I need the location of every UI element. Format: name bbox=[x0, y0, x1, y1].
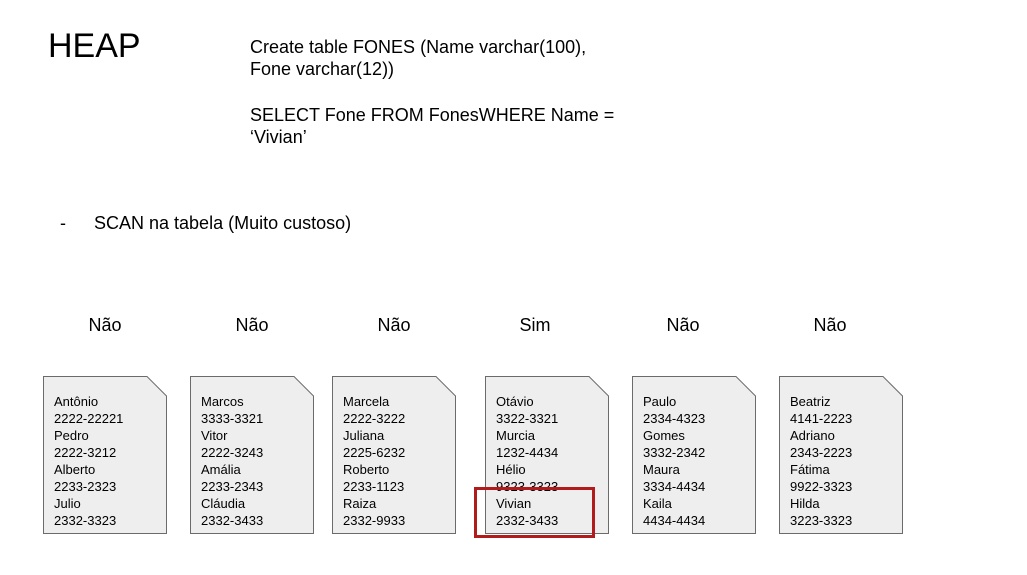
record-name: Murcia bbox=[496, 428, 536, 443]
record-phone: 2334-4323 bbox=[643, 411, 706, 426]
page-4-match-label: Sim bbox=[519, 315, 551, 335]
record-name: Julio bbox=[54, 496, 81, 511]
record-name: Hilda bbox=[790, 496, 820, 511]
record-name: Cláudia bbox=[201, 496, 246, 511]
record-phone: 2222-22221 bbox=[54, 411, 124, 426]
record-phone: 3333-3321 bbox=[201, 411, 264, 426]
record-phone: 1232-4434 bbox=[496, 445, 559, 460]
bullet-item: - SCAN na tabela (Muito custoso) bbox=[60, 212, 351, 234]
record-name: Maura bbox=[643, 462, 680, 477]
record-name: Vitor bbox=[201, 428, 228, 443]
page-2-match-label: Não bbox=[235, 315, 269, 335]
record-phone: 2233-2323 bbox=[54, 479, 117, 494]
record-name: Gomes bbox=[643, 428, 685, 443]
record-phone: 2233-1123 bbox=[343, 479, 405, 494]
record-name: Marcos bbox=[201, 394, 244, 409]
bullet-marker: - bbox=[60, 213, 66, 233]
record-name: Otávio bbox=[496, 394, 534, 409]
record-phone: 2222-3243 bbox=[201, 445, 264, 460]
record-name: Fátima bbox=[790, 462, 830, 477]
record-phone: 3322-3321 bbox=[496, 411, 559, 426]
record-name: Kaila bbox=[643, 496, 672, 511]
record-name: Marcela bbox=[343, 394, 390, 409]
record-name: Adriano bbox=[790, 428, 835, 443]
record-phone: 2343-2223 bbox=[790, 445, 853, 460]
page-3-match-label: Não bbox=[377, 315, 411, 335]
record-phone: 3332-2342 bbox=[643, 445, 706, 460]
record-phone: 2332-3433 bbox=[201, 513, 264, 528]
record-phone: 3334-4434 bbox=[643, 479, 706, 494]
record-name: Hélio bbox=[496, 462, 526, 477]
create-table-line-1: Create table FONES (Name varchar(100), bbox=[250, 37, 587, 57]
record-phone: 9922-3323 bbox=[790, 479, 853, 494]
record-name: Antônio bbox=[54, 394, 99, 409]
record-name: Amália bbox=[201, 462, 241, 477]
record-phone: 2225-6232 bbox=[343, 445, 406, 460]
record-phone: 4434-4434 bbox=[643, 513, 706, 528]
sql-code-block: Create table FONES (Name varchar(100), F… bbox=[250, 36, 680, 148]
heap-page-2: Marcos 3333-3321 Vitor 2222-3243 Amália … bbox=[190, 376, 314, 534]
heap-page-5: Paulo 2334-4323 Gomes 3332-2342 Maura 33… bbox=[632, 376, 756, 534]
create-table-line-2: Fone varchar(12)) bbox=[250, 59, 395, 79]
record-name: Pedro bbox=[54, 428, 89, 443]
select-query-line-1: SELECT Fone FROM FonesWHERE Name = bbox=[250, 105, 615, 125]
record-name: Roberto bbox=[343, 462, 390, 477]
page-6-match-label: Não bbox=[813, 315, 847, 335]
bullet-text: SCAN na tabela (Muito custoso) bbox=[94, 213, 352, 233]
record-name: Raiza bbox=[343, 496, 377, 511]
match-highlight-box bbox=[474, 487, 595, 538]
page-5-match-label: Não bbox=[666, 315, 700, 335]
record-name: Paulo bbox=[643, 394, 677, 409]
heap-page-3: Marcela 2222-3222 Juliana 2225-6232 Robe… bbox=[332, 376, 456, 534]
record-phone: 2233-2343 bbox=[201, 479, 264, 494]
record-name: Beatriz bbox=[790, 394, 831, 409]
heap-page-1: Antônio 2222-22221 Pedro 2222-3212 Alber… bbox=[43, 376, 167, 534]
record-phone: 2332-9933 bbox=[343, 513, 406, 528]
slide-title: HEAP bbox=[48, 27, 141, 65]
record-phone: 2332-3323 bbox=[54, 513, 117, 528]
page-1-match-label: Não bbox=[88, 315, 122, 335]
record-phone: 4141-2223 bbox=[790, 411, 853, 426]
record-name: Juliana bbox=[343, 428, 385, 443]
select-query-line-2: ‘Vivian’ bbox=[250, 127, 307, 147]
heap-page-6: Beatriz 4141-2223 Adriano 2343-2223 Fáti… bbox=[779, 376, 903, 534]
record-phone: 2222-3222 bbox=[343, 411, 406, 426]
record-phone: 3223-3323 bbox=[790, 513, 853, 528]
record-phone: 2222-3212 bbox=[54, 445, 117, 460]
record-name: Alberto bbox=[54, 462, 96, 477]
